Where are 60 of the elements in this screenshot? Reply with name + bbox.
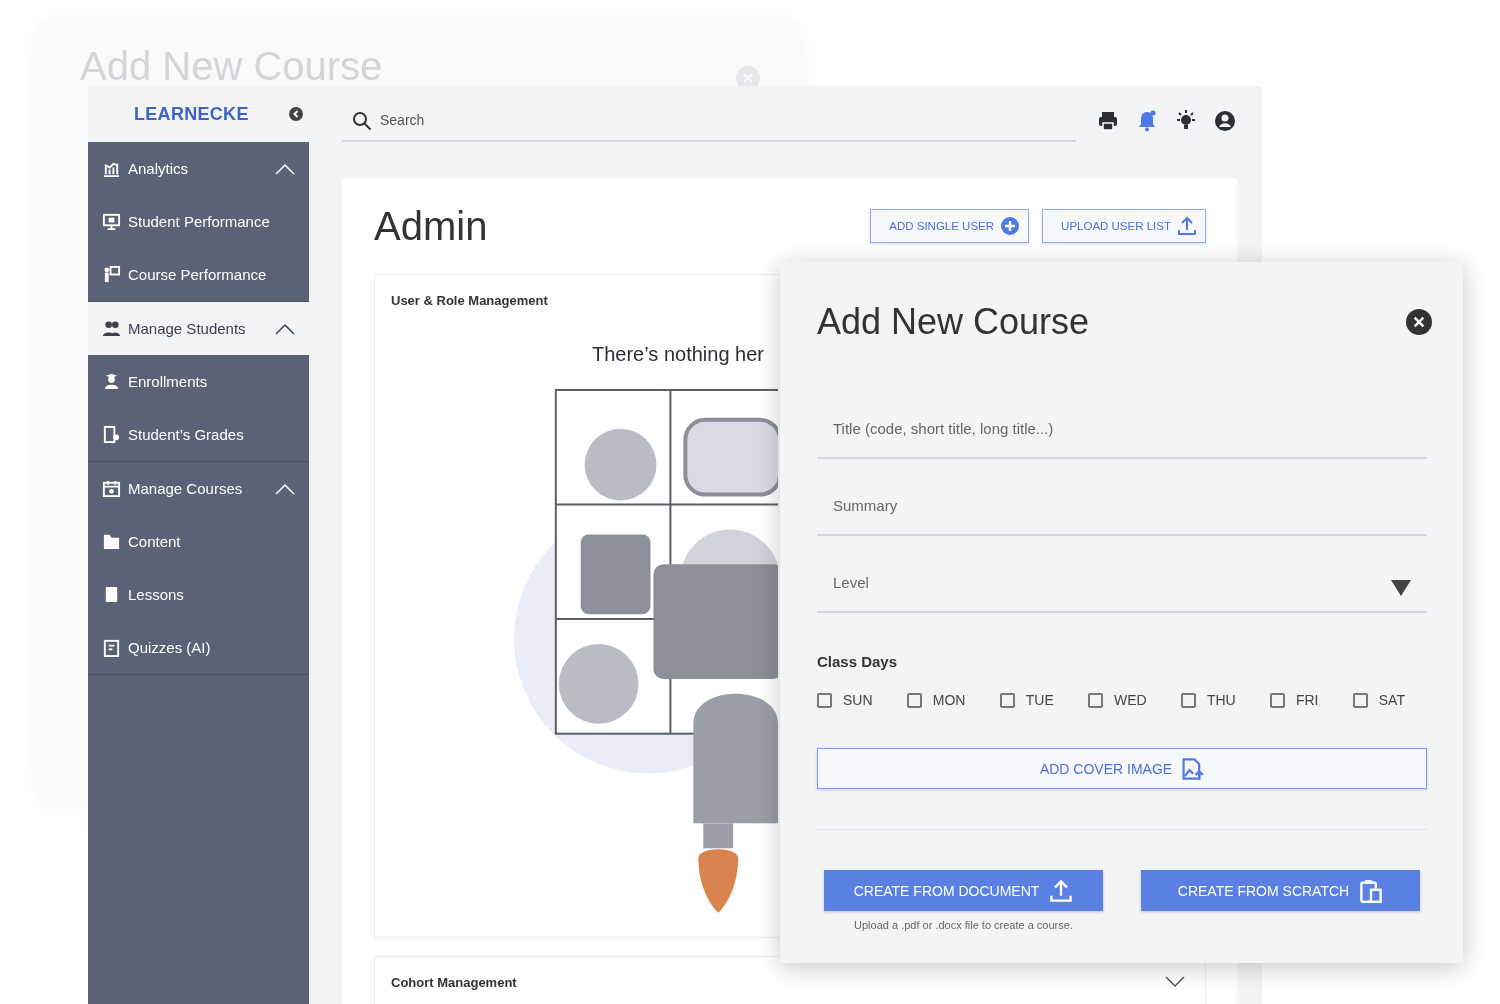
sidebar-item[interactable]: Student Performance	[88, 195, 309, 248]
student-icon	[102, 372, 121, 391]
day-label: SAT	[1378, 692, 1405, 708]
sidebar-item[interactable]: Student’s Grades	[88, 408, 309, 461]
sidebar-section[interactable]: Analytics	[88, 142, 309, 195]
search-field[interactable]: Search	[342, 100, 1076, 142]
day-label: MON	[932, 692, 966, 708]
monitor-icon	[102, 212, 121, 231]
people-icon	[102, 319, 121, 338]
collapse-icon[interactable]	[289, 107, 303, 121]
sidebar-item[interactable]: Quizzes (AI)	[88, 621, 309, 674]
upload-icon	[1177, 216, 1197, 236]
create-course-button[interactable]: CREATE FROM SCRATCH	[1141, 870, 1420, 911]
chevron-up-icon[interactable]	[275, 322, 295, 335]
day-checkbox[interactable]	[1269, 692, 1285, 708]
empty-message: There’s nothing her	[592, 343, 765, 366]
sidebar-section[interactable]: Manage Students	[88, 302, 309, 355]
input-field[interactable]: Title (code, short title, long title...)	[817, 382, 1427, 459]
helper-text: Upload a .pdf or .docx file to create a course.	[854, 919, 1073, 931]
create-course-button[interactable]: CREATE FROM DOCUMENT	[824, 870, 1103, 911]
day-checkbox[interactable]	[1180, 692, 1196, 708]
dialog-title: Add New Course	[817, 301, 1090, 343]
day-label: TUE	[1025, 692, 1054, 708]
day-checkbox[interactable]	[999, 692, 1015, 708]
class-days-label: Class Days	[817, 653, 899, 670]
input-field[interactable]: Summary	[817, 459, 1427, 536]
sidebar-item[interactable]: Course Performance	[88, 248, 309, 301]
day-checkbox[interactable]	[817, 692, 832, 708]
account-icon[interactable]	[1213, 109, 1237, 133]
day-checkbox[interactable]	[906, 692, 922, 708]
chevron-down-icon[interactable]	[1165, 976, 1185, 988]
upload-user-button[interactable]: UPLOAD USER LIST	[1042, 209, 1206, 243]
day-checkbox[interactable]	[1088, 692, 1103, 708]
upload-icon	[1049, 878, 1074, 903]
calendar-icon	[102, 479, 121, 498]
day-label: THU	[1206, 692, 1236, 708]
sidebar-item[interactable]: Content	[88, 515, 309, 568]
page-title: Admin	[374, 203, 488, 249]
folder-icon	[102, 532, 121, 551]
day-label: SUN	[843, 692, 873, 708]
plus-icon	[1000, 216, 1021, 236]
sidebar-item[interactable]: Lessons	[88, 568, 309, 621]
clipboard-icon	[1359, 878, 1384, 903]
day-label: WED	[1114, 692, 1147, 708]
panel-title: User & Role Management	[391, 292, 548, 308]
search-icon	[352, 111, 372, 131]
image-upload-icon	[1180, 756, 1205, 781]
presenter-icon	[102, 265, 121, 284]
close-icon[interactable]	[1406, 309, 1432, 335]
dropdown-arrow-icon	[1391, 580, 1411, 596]
clipboard-icon	[102, 638, 121, 657]
day-label: FRI	[1295, 692, 1319, 708]
add-cover-image-button[interactable]: ADD COVER IMAGE	[817, 748, 1427, 789]
sidebar-section[interactable]: Manage Courses	[88, 462, 309, 515]
day-checkbox[interactable]	[1352, 692, 1368, 708]
add-user-button[interactable]: ADD SINGLE USER	[870, 209, 1030, 243]
printer-icon[interactable]	[1096, 109, 1120, 133]
panel-title: Cohort Management	[391, 974, 517, 990]
grades-icon	[102, 425, 121, 444]
sidebar-item[interactable]: Enrollments	[88, 355, 309, 408]
